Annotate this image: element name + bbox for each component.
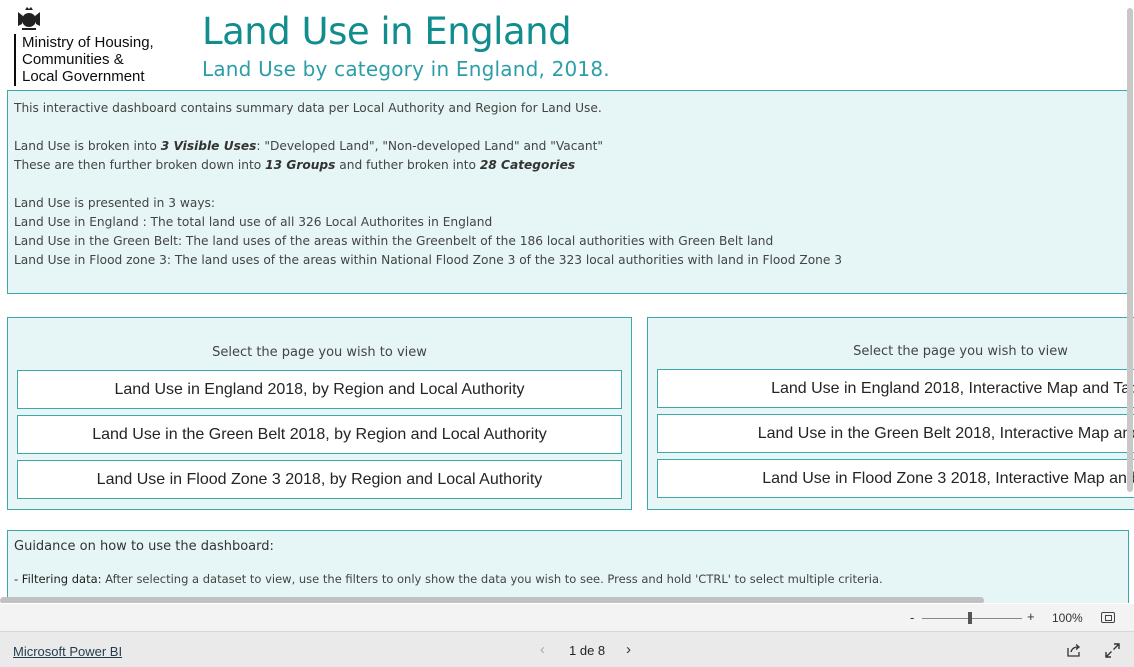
share-icon[interactable]: [1067, 643, 1081, 657]
nav-button-flood-zone-map[interactable]: Land Use in Flood Zone 3 2018, Interacti…: [657, 459, 1134, 498]
chevron-left-icon[interactable]: ‹: [540, 641, 545, 658]
page-indicator: 1 de 8: [569, 643, 606, 658]
nav-panel-interactive-map: Select the page you wish to view Land Us…: [647, 317, 1134, 510]
intro-emphasis: 28 Categories: [479, 158, 576, 172]
logo-rule: [14, 34, 16, 86]
zoom-bar: - + 100%: [0, 604, 1134, 631]
org-line-2: Communities &: [22, 51, 124, 68]
nav-panel-by-region: Select the page you wish to view Land Us…: [7, 317, 632, 510]
footer-bar: Microsoft Power BI ‹ 1 de 8 ›: [0, 631, 1134, 667]
nav-panel-heading: Select the page you wish to view: [212, 345, 427, 360]
intro-text: : "Developed Land", "Non-developed Land"…: [256, 139, 603, 153]
intro-line-5: Land Use in England : The total land use…: [14, 215, 493, 229]
zoom-slider-track[interactable]: [922, 618, 1022, 619]
intro-emphasis: 13 Groups: [265, 158, 336, 172]
nav-button-flood-zone-by-region[interactable]: Land Use in Flood Zone 3 2018, by Region…: [17, 460, 622, 499]
nav-button-green-belt-by-region[interactable]: Land Use in the Green Belt 2018, by Regi…: [17, 415, 622, 454]
nav-button-england-map[interactable]: Land Use in England 2018, Interactive Ma…: [657, 369, 1134, 408]
intro-line-3: These are then further broken down into …: [14, 156, 1122, 175]
nav-button-green-belt-map[interactable]: Land Use in the Green Belt 2018, Interac…: [657, 414, 1134, 453]
page-title: Land Use in England: [202, 10, 572, 53]
guidance-item: - Filtering data: After selecting a data…: [14, 572, 1122, 586]
intro-text: These are then further broken down into: [14, 158, 266, 172]
zoom-out-button[interactable]: -: [910, 610, 914, 625]
chevron-right-icon[interactable]: ›: [626, 641, 631, 658]
vertical-scrollbar[interactable]: [1127, 8, 1133, 492]
mhclg-logo: Ministry of Housing, Communities & Local…: [8, 4, 168, 86]
intro-line-4: Land Use is presented in 3 ways:: [14, 196, 215, 210]
org-line-1: Ministry of Housing,: [22, 34, 154, 51]
guidance-item-label: - Filtering data:: [14, 572, 102, 586]
intro-line-1: This interactive dashboard contains summ…: [14, 101, 602, 115]
zoom-level: 100%: [1052, 611, 1083, 625]
intro-line-2: Land Use is broken into 3 Visible Uses: …: [14, 137, 1122, 156]
guidance-item-text: After selecting a dataset to view, use t…: [101, 572, 883, 586]
org-line-3: Local Government: [22, 68, 145, 85]
zoom-in-button[interactable]: +: [1027, 609, 1035, 624]
report-canvas: Ministry of Housing, Communities & Local…: [0, 0, 1134, 603]
fit-to-page-icon[interactable]: [1101, 612, 1115, 623]
zoom-slider-thumb[interactable]: [968, 612, 972, 624]
royal-crest-icon: [18, 7, 40, 30]
horizontal-scrollbar[interactable]: [0, 597, 984, 603]
nav-panel-heading: Select the page you wish to view: [853, 344, 1068, 359]
guidance-title: Guidance on how to use the dashboard:: [14, 539, 274, 554]
fullscreen-icon[interactable]: [1105, 643, 1120, 658]
guidance-textbox: Guidance on how to use the dashboard: - …: [7, 530, 1129, 603]
intro-line-7: Land Use in Flood zone 3: The land uses …: [14, 253, 843, 267]
page-subtitle: Land Use by category in England, 2018.: [202, 57, 610, 81]
intro-text: and futher broken into: [335, 158, 480, 172]
intro-line-6: Land Use in the Green Belt: The land use…: [14, 234, 774, 248]
intro-textbox: This interactive dashboard contains summ…: [7, 90, 1129, 294]
intro-emphasis: 3 Visible Uses: [160, 139, 257, 153]
power-bi-link[interactable]: Microsoft Power BI: [13, 644, 122, 659]
intro-text: Land Use is broken into: [14, 139, 161, 153]
organisation-name: Ministry of Housing, Communities & Local…: [22, 34, 154, 85]
nav-button-england-by-region[interactable]: Land Use in England 2018, by Region and …: [17, 370, 622, 409]
